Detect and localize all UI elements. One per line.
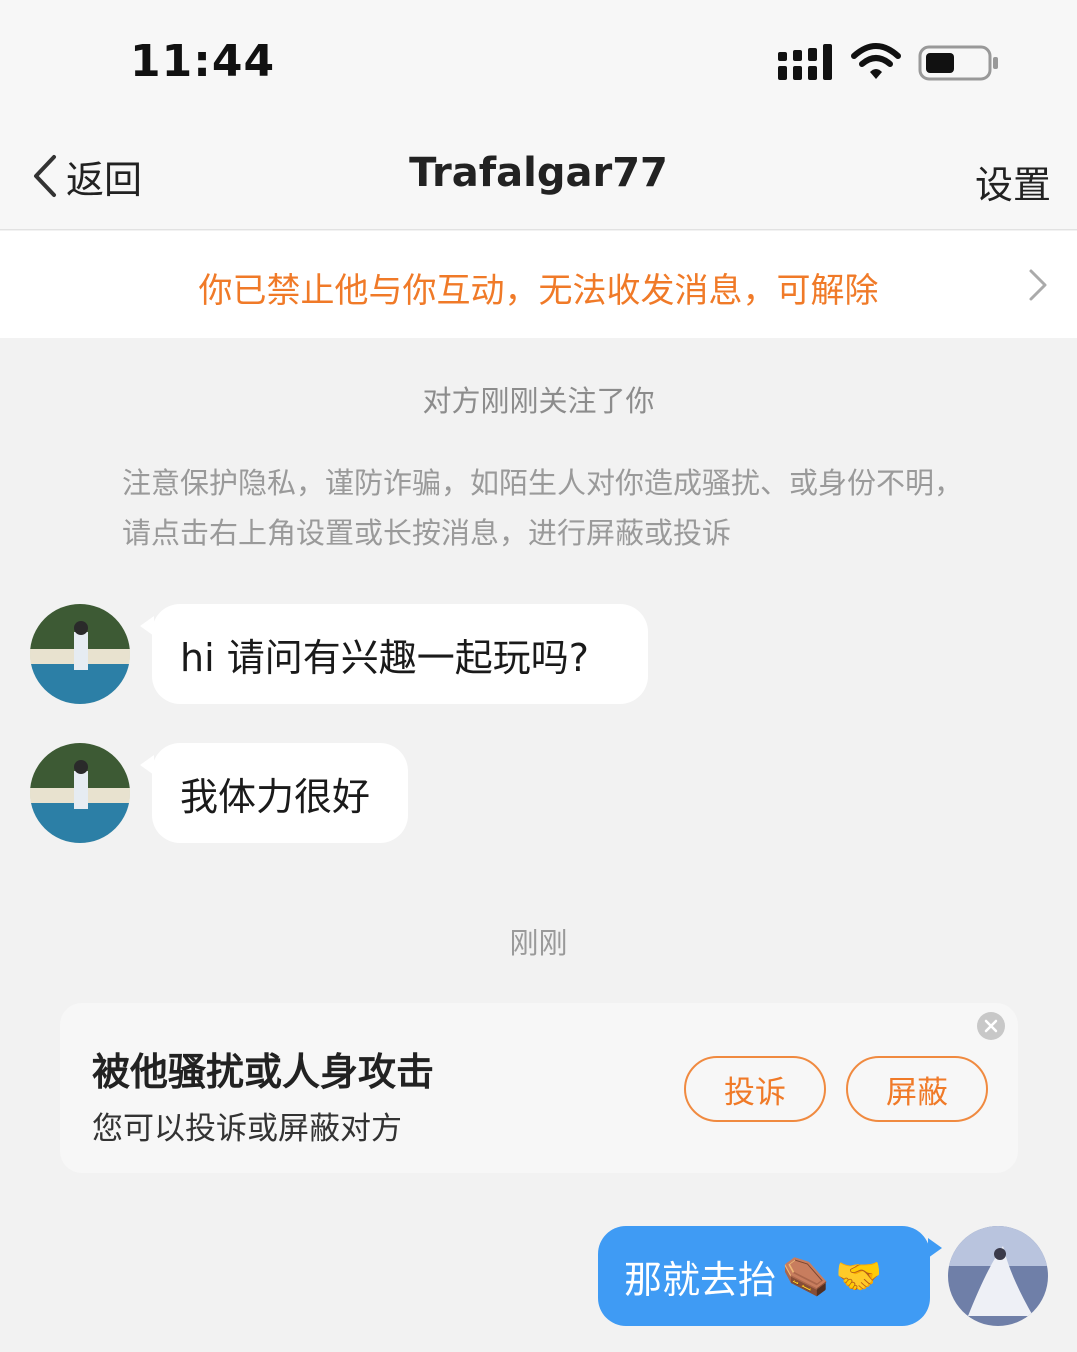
message-bubble[interactable]: 我体力很好 <box>152 743 408 843</box>
avatar-photo <box>30 604 130 704</box>
my-avatar[interactable] <box>948 1226 1048 1326</box>
report-button[interactable]: 投诉 <box>684 1056 826 1122</box>
timestamp: 刚刚 <box>509 926 568 960</box>
report-card-subtitle: 您可以投诉或屏蔽对方 <box>92 1111 402 1147</box>
message-text: hi 请问有兴趣一起玩吗? <box>180 635 589 680</box>
chevron-right-icon <box>1029 269 1047 301</box>
avatar[interactable] <box>30 743 130 843</box>
outgoing-message-text: 那就去抬 <box>624 1257 777 1302</box>
page-title: Trafalgar77 <box>409 150 668 196</box>
blocked-banner-text: 你已禁止他与你互动，无法收发消息，可解除 <box>198 271 879 311</box>
battery-icon <box>918 45 998 81</box>
cellular-signal-icon <box>778 44 832 80</box>
block-button[interactable]: 屏蔽 <box>846 1056 988 1122</box>
settings-button[interactable]: 设置 <box>975 154 1051 209</box>
wifi-icon <box>851 43 901 79</box>
message-bubble[interactable]: hi 请问有兴趣一起玩吗? <box>152 604 648 704</box>
privacy-notice: 注意保护隐私，谨防诈骗，如陌生人对你造成骚扰、或身份不明，请点击右上角设置或长按… <box>122 466 964 550</box>
status-bar: 11:44 <box>0 0 1077 120</box>
report-card-title: 被他骚扰或人身攻击 <box>92 1050 435 1094</box>
status-time: 11:44 <box>130 36 276 87</box>
blocked-banner[interactable]: 你已禁止他与你互动，无法收发消息，可解除 <box>0 231 1077 338</box>
report-card: 被他骚扰或人身攻击 您可以投诉或屏蔽对方 投诉 屏蔽 <box>60 1003 1018 1173</box>
handshake-emoji: 🤝 <box>835 1253 883 1298</box>
avatar[interactable] <box>30 604 130 704</box>
nav-bar: 返回 Trafalgar77 设置 <box>0 120 1077 230</box>
avatar-photo <box>948 1226 1048 1326</box>
follow-notice: 对方刚刚关注了你 <box>422 384 655 418</box>
message-text: 我体力很好 <box>180 774 371 819</box>
close-icon[interactable] <box>976 1011 1006 1041</box>
outgoing-message-bubble[interactable]: 那就去抬 ⚰️ 🤝 <box>598 1226 930 1326</box>
coffin-emoji: ⚰️ <box>782 1253 830 1298</box>
avatar-photo <box>30 743 130 843</box>
bubble-tail <box>928 1238 942 1258</box>
